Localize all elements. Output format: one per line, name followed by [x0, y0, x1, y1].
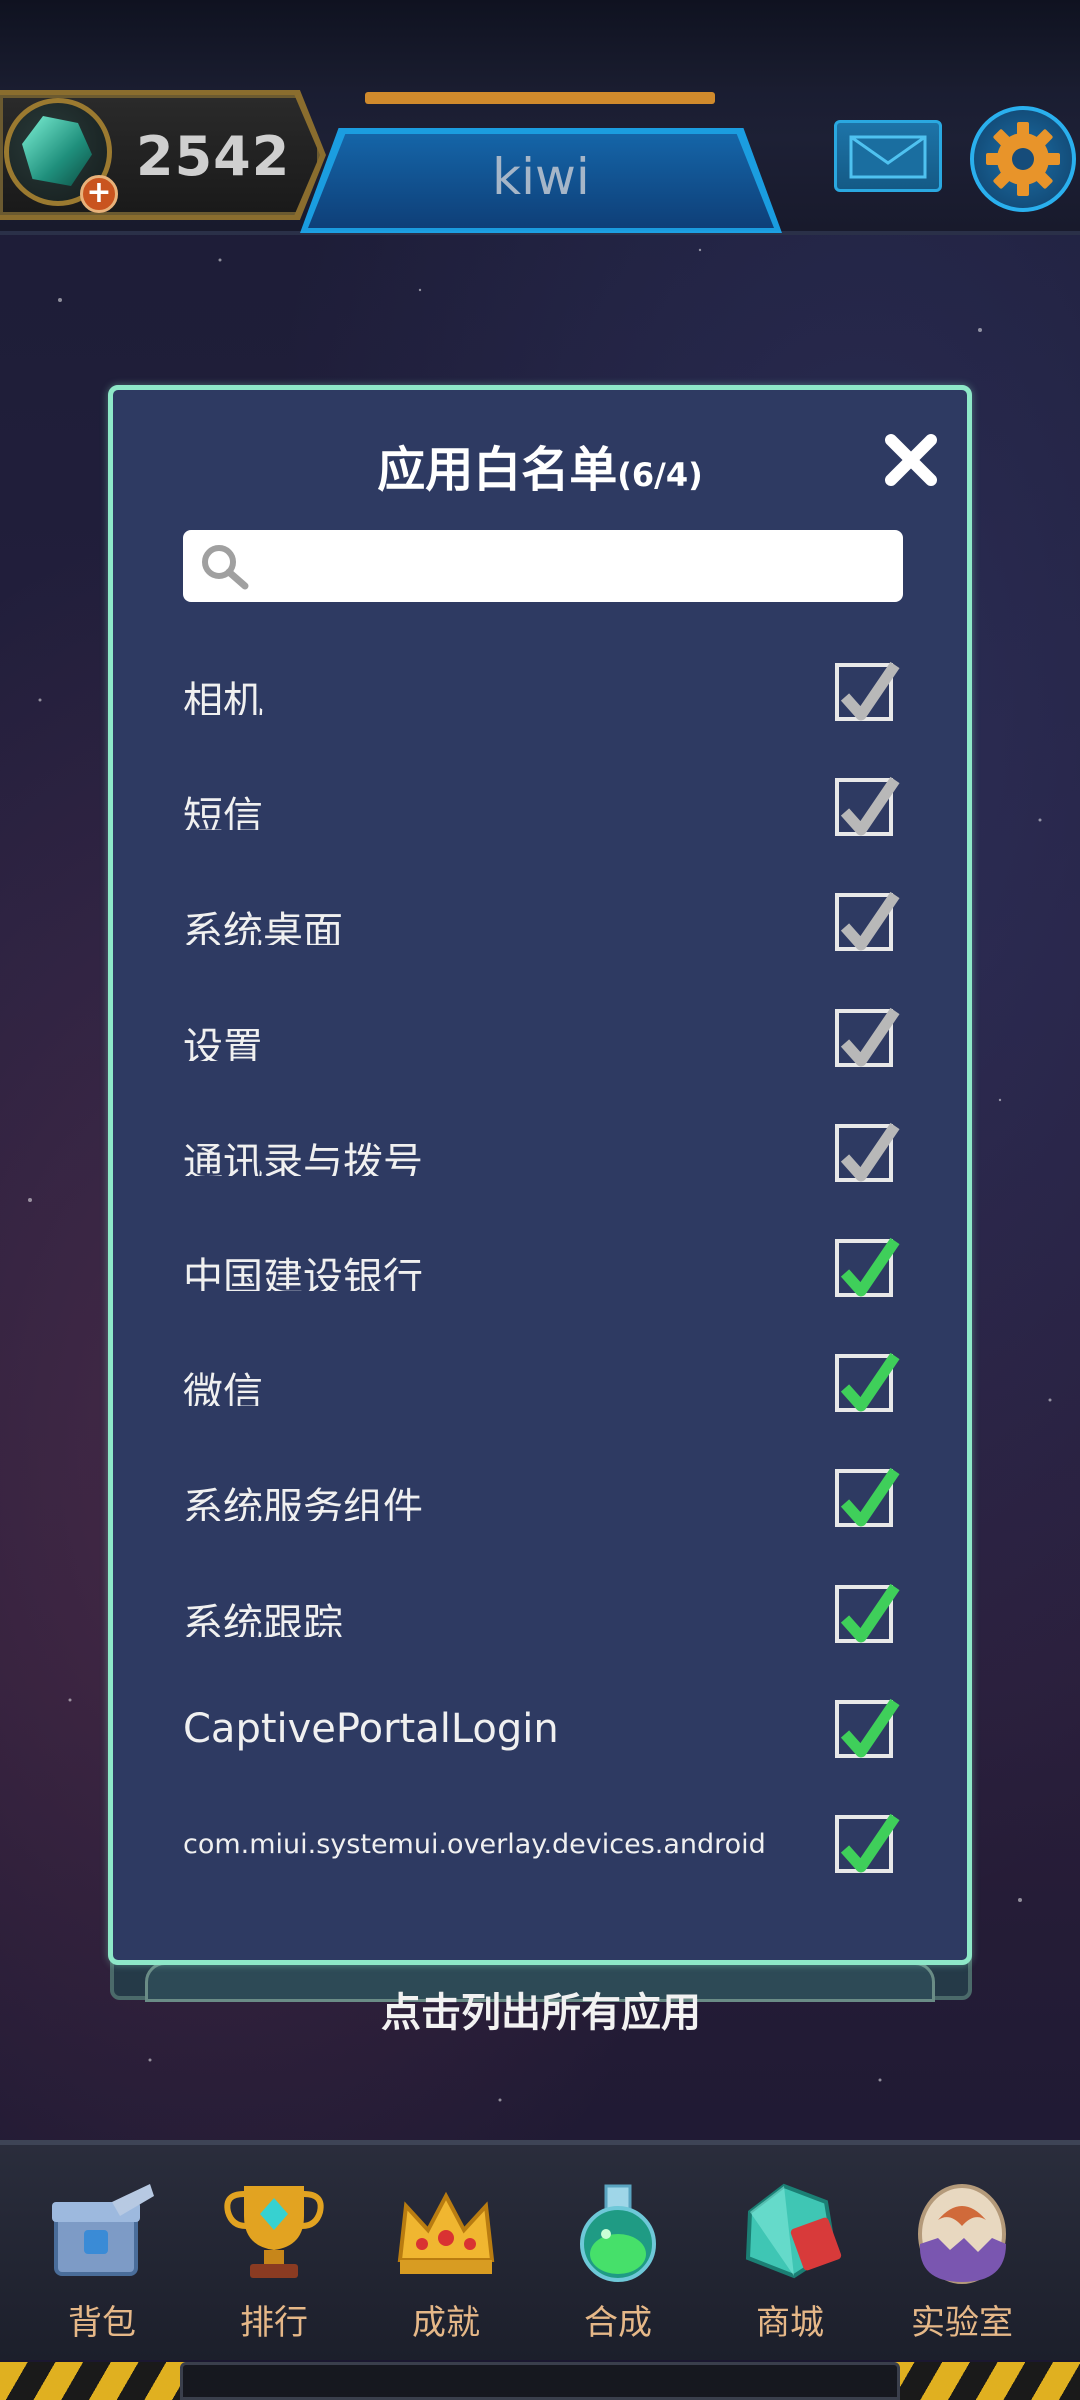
- app-checkbox[interactable]: [835, 1353, 900, 1413]
- nav-achievements[interactable]: 成就: [360, 2160, 532, 2350]
- app-row[interactable]: 短信: [113, 748, 967, 863]
- dialog-title-count: (6/4): [617, 456, 703, 494]
- name-plate-accent: [365, 92, 715, 104]
- checkmark-icon: [840, 777, 900, 836]
- nav-label: 成就: [412, 2303, 480, 2343]
- app-row[interactable]: 中国建设银行: [113, 1209, 967, 1324]
- search-icon: [202, 545, 249, 590]
- nav-laboratory[interactable]: 实验室: [876, 2160, 1048, 2350]
- mail-icon: [849, 135, 927, 179]
- search-field[interactable]: [183, 530, 903, 602]
- settings-button[interactable]: [970, 106, 1076, 212]
- app-label: 系统桌面: [183, 909, 343, 946]
- app-label: CaptivePortalLogin: [183, 1705, 559, 1752]
- nav-backpack[interactable]: 背包: [16, 2160, 188, 2350]
- potion-flask-icon: [580, 2184, 656, 2282]
- checkmark-icon: [840, 661, 900, 721]
- search-input[interactable]: [263, 540, 883, 592]
- checkmark-icon: [840, 1353, 900, 1412]
- close-icon: [885, 434, 937, 486]
- app-row[interactable]: 系统跟踪: [113, 1555, 967, 1670]
- whitelist-dialog: 应用白名单(6/4) 相机短信系统桌面设置通讯录与拨号 中国建设银行 微信系统服务组…: [108, 385, 972, 1965]
- app-checkbox[interactable]: [835, 1007, 900, 1067]
- add-currency-button[interactable]: +: [80, 175, 118, 213]
- checkmark-icon: [840, 1468, 900, 1527]
- app-row[interactable]: 系统服务组件: [113, 1439, 967, 1554]
- app-label: com.miui.systemui.overlay.devices.androi…: [183, 1828, 766, 1860]
- checkmark-icon: [840, 1698, 900, 1758]
- hud-ledge: [0, 0, 1080, 90]
- nav-shop[interactable]: 商城: [704, 2160, 876, 2350]
- nav-ranking[interactable]: 排行: [188, 2160, 360, 2350]
- nav-label: 排行: [240, 2303, 308, 2343]
- app-checkbox[interactable]: [835, 892, 900, 952]
- app-row[interactable]: 系统桌面: [113, 863, 967, 978]
- backpack-chest-icon: [52, 2184, 154, 2276]
- crown-icon: [397, 2191, 495, 2274]
- app-label: 系统服务组件: [183, 1485, 423, 1522]
- app-checkbox[interactable]: [835, 1583, 900, 1643]
- egg-lab-icon: [918, 2184, 1006, 2284]
- nav-label: 合成: [584, 2303, 652, 2343]
- app-checkbox[interactable]: [835, 1237, 900, 1297]
- currency-amount: 2542: [136, 125, 291, 188]
- app-checkbox[interactable]: [835, 1813, 900, 1873]
- app-row[interactable]: 相机: [113, 633, 967, 748]
- nav-synthesis[interactable]: 合成: [532, 2160, 704, 2350]
- list-all-apps-button[interactable]: 点击列出所有应用: [110, 1980, 972, 2040]
- nav-label: 实验室: [911, 2303, 1013, 2343]
- app-checkbox[interactable]: [835, 1468, 900, 1528]
- checkmark-icon: [840, 892, 900, 951]
- shop-crystal-icon: [745, 2183, 842, 2279]
- nav-label: 商城: [756, 2303, 824, 2343]
- app-row[interactable]: 设置: [113, 979, 967, 1094]
- app-label: 微信: [183, 1370, 263, 1407]
- checkmark-icon: [840, 1007, 900, 1067]
- trophy-icon: [224, 2186, 324, 2278]
- app-row[interactable]: 微信: [113, 1324, 967, 1439]
- mail-button[interactable]: [834, 120, 942, 192]
- app-row[interactable]: com.miui.systemui.overlay.devices.androi…: [113, 1785, 967, 1900]
- close-button[interactable]: [881, 430, 941, 490]
- nav-label: 背包: [68, 2303, 136, 2343]
- app-label: 短信: [183, 794, 263, 831]
- checkmark-icon: [840, 1237, 900, 1297]
- app-row[interactable]: 通讯录与拨号: [113, 1094, 967, 1209]
- gear-icon: [986, 122, 1060, 196]
- dialog-title: 应用白名单(6/4): [113, 430, 967, 500]
- checkmark-icon: [840, 1122, 900, 1182]
- checkmark-icon: [840, 1583, 900, 1642]
- checkmark-icon: [840, 1813, 900, 1873]
- player-name[interactable]: kiwi: [308, 148, 774, 218]
- app-label: 中国建设银行: [183, 1254, 423, 1291]
- app-checkbox[interactable]: [835, 1122, 900, 1182]
- app-label: 通讯录与拨号: [183, 1139, 423, 1176]
- app-label: 系统跟踪: [183, 1600, 343, 1637]
- app-checkbox[interactable]: [835, 777, 900, 837]
- app-label: 相机: [183, 679, 263, 715]
- app-list: 相机短信系统桌面设置通讯录与拨号 中国建设银行 微信系统服务组件 系统跟踪 Captiv…: [113, 633, 967, 1900]
- app-checkbox[interactable]: [835, 661, 900, 721]
- app-label: 设置: [183, 1024, 263, 1061]
- app-checkbox[interactable]: [835, 1698, 900, 1758]
- dialog-title-text: 应用白名单: [377, 442, 618, 498]
- bottom-panel: [180, 2362, 900, 2400]
- app-row[interactable]: CaptivePortalLogin: [113, 1670, 967, 1785]
